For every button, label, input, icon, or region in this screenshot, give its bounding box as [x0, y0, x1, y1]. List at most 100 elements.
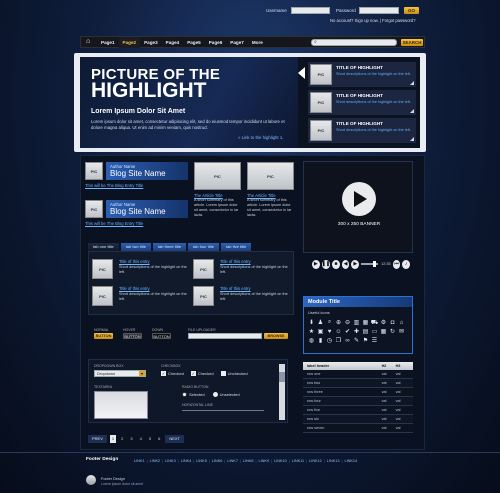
star-icon[interactable]: ★: [307, 327, 316, 336]
globe-icon[interactable]: ◍: [307, 336, 316, 345]
footer-link[interactable]: LINK3: [165, 459, 176, 463]
trash-icon[interactable]: ▮: [316, 336, 325, 345]
search-input[interactable]: ⌕: [311, 39, 397, 46]
arrow-down-icon[interactable]: ⬇: [307, 318, 316, 327]
link-icon[interactable]: ∞: [343, 336, 352, 345]
home-icon[interactable]: ⌂: [397, 318, 406, 327]
zoom-in-icon[interactable]: ⊕: [334, 318, 343, 327]
stop-icon[interactable]: ■: [332, 259, 340, 269]
footer-link[interactable]: LINK5: [196, 459, 207, 463]
footer-link[interactable]: LINK12: [309, 459, 322, 463]
signup-links[interactable]: No account? Sign up now. | Forgot passwo…: [330, 18, 416, 23]
entry-title[interactable]: Title of this entry: [119, 286, 150, 291]
flag-icon[interactable]: ⚑: [361, 336, 370, 345]
nav-item-page4[interactable]: Page4: [162, 37, 184, 48]
prev-button[interactable]: PREV: [88, 435, 107, 443]
edit-icon[interactable]: ✎: [352, 336, 361, 345]
username-input[interactable]: [291, 7, 330, 14]
checkbox-checked-2[interactable]: ✓: [190, 371, 196, 376]
play-icon[interactable]: [342, 182, 376, 216]
table-row[interactable]: row four val val: [303, 397, 413, 406]
footer-link[interactable]: LINK11: [292, 459, 304, 463]
forward-icon[interactable]: ▶: [351, 259, 360, 269]
tab-3[interactable]: tab three title: [152, 243, 187, 251]
zoom-out-icon[interactable]: ⊖: [343, 318, 352, 327]
nav-item-page1[interactable]: Page1: [97, 37, 119, 48]
page-3[interactable]: 3: [128, 435, 134, 443]
hover-button[interactable]: BUTTON: [123, 333, 142, 339]
hero-item[interactable]: PIC TITLE OF HIGHLIGHT Short descriptions …: [308, 118, 416, 143]
document-icon[interactable]: ▭: [370, 327, 379, 336]
blog-entry-link[interactable]: This will be The Blog Entry Title: [85, 221, 143, 226]
home-icon[interactable]: ⌂: [86, 38, 90, 45]
clock-icon[interactable]: ◷: [325, 336, 334, 345]
go-button[interactable]: GO: [404, 7, 419, 14]
tab-5[interactable]: tab five title: [220, 243, 252, 251]
heart-icon[interactable]: ♥: [325, 327, 334, 336]
progress-slider[interactable]: [361, 261, 379, 267]
browse-button[interactable]: BROWSE: [264, 333, 288, 339]
rewind-icon[interactable]: ◀: [341, 259, 350, 269]
banner-video[interactable]: 300 x 250 BANNER: [303, 161, 413, 253]
entry-title[interactable]: Title of this entry: [220, 286, 251, 291]
hero-item[interactable]: PIC TITLE OF HIGHLIGHT Short descriptions …: [308, 62, 416, 87]
nav-item-page2[interactable]: Page2: [118, 37, 141, 48]
search-icon[interactable]: ⌕: [325, 318, 334, 327]
entry-title[interactable]: Title of this entry: [220, 259, 251, 264]
checkbox-checked[interactable]: ✓: [161, 371, 166, 376]
table-row[interactable]: row two val val: [303, 379, 413, 388]
nav-item-page3[interactable]: Page3: [140, 37, 162, 48]
blog-entry-link[interactable]: This will be The Blog Entry Title: [85, 183, 143, 188]
tab-2[interactable]: tab two title: [120, 243, 151, 251]
person-icon[interactable]: ♟: [316, 318, 325, 327]
skip-back-icon[interactable]: ⏮: [392, 259, 401, 269]
footer-link[interactable]: LINK14: [344, 459, 357, 463]
hero-link[interactable]: » Link to the highlight 1.: [238, 135, 283, 140]
checkbox-unchecked[interactable]: [220, 371, 226, 376]
footer-link[interactable]: LINK1: [134, 459, 145, 463]
play-icon[interactable]: ▶: [312, 259, 320, 269]
footer-link[interactable]: LINK13: [327, 459, 340, 463]
footer-link[interactable]: LINK4: [181, 459, 192, 463]
pause-icon[interactable]: ❚❚: [321, 259, 331, 269]
calendar-icon[interactable]: ▦: [379, 327, 388, 336]
nav-item-page7[interactable]: Page7: [226, 37, 248, 48]
rss-icon[interactable]: ☰: [370, 336, 379, 345]
nav-item-page6[interactable]: Page6: [205, 37, 227, 48]
cart-icon[interactable]: ⛟: [370, 318, 379, 327]
page-1[interactable]: 1: [109, 435, 117, 443]
table-row[interactable]: row six val val: [303, 415, 413, 424]
table-row[interactable]: row seven val val: [303, 424, 413, 433]
radio-selected[interactable]: [182, 392, 187, 397]
lock-icon[interactable]: ◘: [388, 318, 397, 327]
tab-1[interactable]: tab one title: [88, 243, 119, 251]
table-row[interactable]: row three val val: [303, 388, 413, 397]
footer-link[interactable]: LINK2: [150, 459, 161, 463]
table-row[interactable]: row one val val: [303, 370, 413, 379]
nav-item-more[interactable]: More: [248, 37, 267, 48]
textarea-input[interactable]: [94, 391, 148, 419]
hero-item[interactable]: PIC TITLE OF HIGHLIGHT Short descriptions …: [308, 90, 416, 115]
copy-icon[interactable]: ❐: [334, 336, 343, 345]
dropdown-select[interactable]: Dropdown ▾: [94, 370, 146, 377]
volume-icon[interactable]: ♪: [402, 259, 410, 269]
footer-link[interactable]: LINK6: [212, 459, 223, 463]
footer-link[interactable]: LINK8: [243, 459, 254, 463]
refresh-icon[interactable]: ↻: [388, 327, 397, 336]
scrollbar[interactable]: [279, 364, 285, 420]
folder-icon[interactable]: ▤: [361, 327, 370, 336]
entry-title[interactable]: Title of this entry: [119, 259, 150, 264]
page-2[interactable]: 2: [119, 435, 125, 443]
chart-icon[interactable]: ▥: [352, 318, 361, 327]
table-row[interactable]: row five val val: [303, 406, 413, 415]
image-icon[interactable]: ▣: [316, 327, 325, 336]
gear-icon[interactable]: ⚙: [379, 318, 388, 327]
blog-header[interactable]: Author Name Blog Site Name: [106, 162, 188, 180]
password-input[interactable]: [359, 7, 399, 14]
page-6[interactable]: 6: [156, 435, 162, 443]
footer-link[interactable]: LINK7: [227, 459, 238, 463]
footer-link[interactable]: LINK9: [259, 459, 270, 463]
radio-unselected[interactable]: [212, 392, 218, 397]
mail-icon[interactable]: ✉: [397, 327, 406, 336]
user-icon[interactable]: ☺: [334, 327, 343, 336]
